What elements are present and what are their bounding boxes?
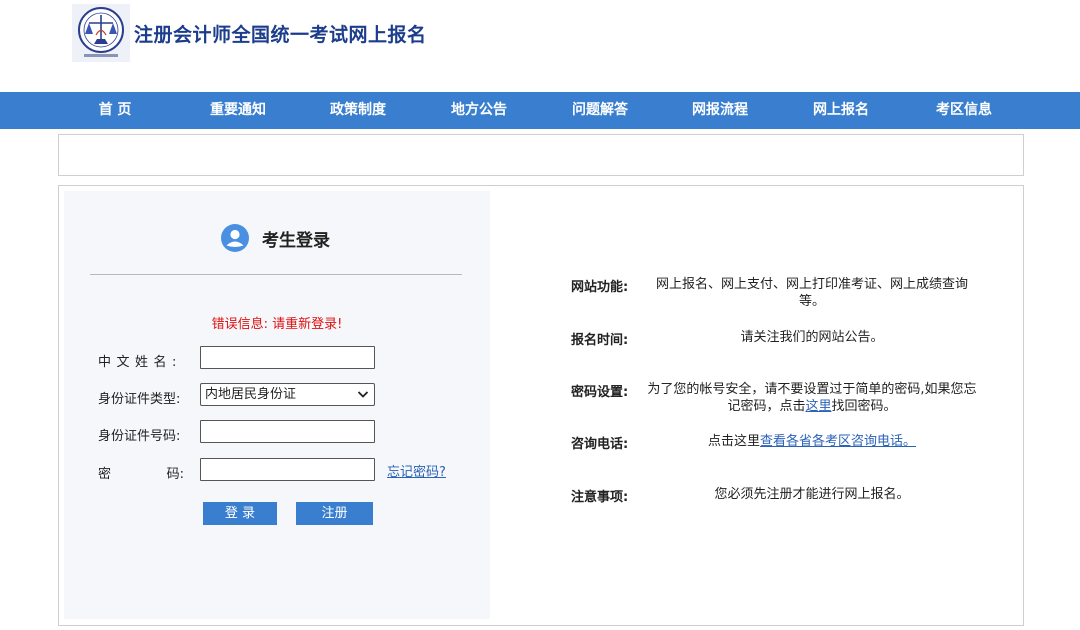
- chevron-down-icon: [357, 391, 369, 398]
- info-notes-label: 注意事项:: [571, 490, 629, 505]
- register-button[interactable]: 注册: [296, 502, 373, 525]
- notice-bar: [58, 134, 1024, 176]
- login-box: 考生登录 错误信息: 请重新登录! 中文姓名: 身份证件类型: 内地居民身份证 …: [64, 191, 490, 619]
- nav-important-notices[interactable]: 重要通知: [210, 92, 266, 129]
- info-time-text: 请关注我们的网站公告。: [740, 330, 884, 345]
- id-type-selected-value: 内地居民身份证: [205, 387, 297, 402]
- name-input[interactable]: [200, 346, 375, 369]
- nav-local-announcements[interactable]: 地方公告: [451, 92, 507, 129]
- login-divider: [90, 274, 462, 275]
- nav-policies[interactable]: 政策制度: [330, 92, 386, 129]
- login-header: 考生登录: [221, 223, 330, 253]
- nav-exam-area-info[interactable]: 考区信息: [936, 92, 992, 129]
- info-time-label: 报名时间:: [571, 333, 629, 348]
- info-phone-label: 咨询电话:: [571, 437, 629, 452]
- info-password-label: 密码设置:: [571, 385, 629, 400]
- error-message: 错误信息: 请重新登录!: [211, 317, 343, 332]
- login-button[interactable]: 登 录: [203, 502, 277, 525]
- nav-online-registration[interactable]: 网上报名: [813, 92, 869, 129]
- info-phone-text: 点击这里查看各省各考区咨询电话。: [707, 434, 917, 449]
- nav-faq[interactable]: 问题解答: [572, 92, 628, 129]
- site-header: 注册会计师全国统一考试网上报名: [0, 0, 1080, 92]
- password-recovery-link[interactable]: 这里: [805, 399, 831, 414]
- forgot-password-link[interactable]: 忘记密码?: [387, 461, 446, 480]
- phone-list-link[interactable]: 查看各省各考区咨询电话。: [760, 434, 916, 449]
- id-type-select[interactable]: 内地居民身份证: [200, 383, 375, 406]
- name-label: 中文姓名:: [98, 355, 182, 370]
- id-type-label: 身份证件类型:: [98, 392, 181, 407]
- main-nav: 首 页 重要通知 政策制度 地方公告 问题解答 网报流程 网上报名 考区信息: [0, 92, 1080, 129]
- nav-registration-process[interactable]: 网报流程: [692, 92, 748, 129]
- cpa-seal-logo-icon: [72, 4, 130, 62]
- nav-home[interactable]: 首 页: [99, 92, 132, 129]
- info-function-label: 网站功能:: [571, 280, 629, 295]
- login-title: 考生登录: [262, 230, 330, 251]
- password-label: 密 码:: [98, 467, 184, 482]
- id-number-input[interactable]: [200, 420, 375, 443]
- info-notes-text: 您必须先注册才能进行网上报名。: [714, 487, 910, 502]
- info-function-text: 网上报名、网上支付、网上打印准考证、网上成绩查询等。: [655, 277, 968, 309]
- info-password-text: 为了您的帐号安全，请不要设置过于简单的密码,如果您忘记密码，点击这里找回密码。: [647, 382, 977, 414]
- site-title: 注册会计师全国统一考试网上报名: [134, 24, 427, 46]
- user-icon: [221, 224, 249, 252]
- id-number-label: 身份证件号码:: [98, 429, 181, 444]
- password-input[interactable]: [200, 458, 375, 481]
